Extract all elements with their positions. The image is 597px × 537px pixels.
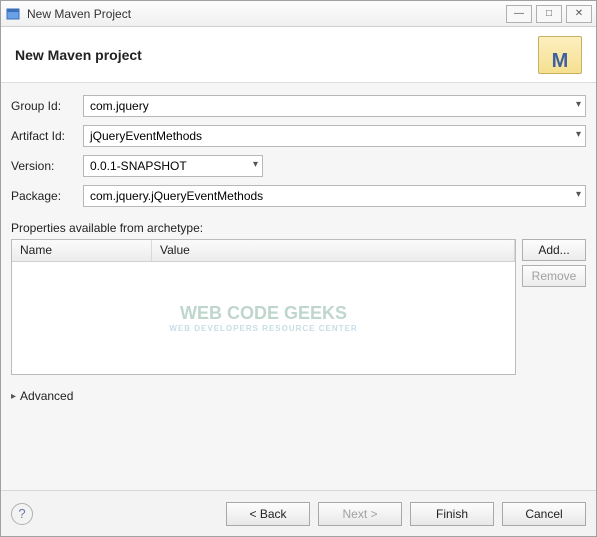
- wizard-banner: New Maven project M: [1, 27, 596, 83]
- group-id-label: Group Id:: [11, 99, 83, 113]
- title-bar: New Maven Project — □ ✕: [1, 1, 596, 27]
- advanced-label: Advanced: [20, 389, 73, 403]
- chevron-down-icon: ▾: [576, 99, 581, 110]
- chevron-down-icon: ▾: [253, 159, 258, 170]
- cancel-button[interactable]: Cancel: [502, 502, 586, 526]
- watermark: WEB CODE GEEKS WEB DEVELOPERS RESOURCE C…: [169, 303, 357, 333]
- help-button[interactable]: ?: [11, 503, 33, 525]
- column-header-name[interactable]: Name: [12, 240, 152, 261]
- version-input[interactable]: 0.0.1-SNAPSHOT ▾: [83, 155, 263, 177]
- column-header-value[interactable]: Value: [152, 240, 515, 261]
- chevron-down-icon: ▾: [576, 129, 581, 140]
- minimize-button[interactable]: —: [506, 5, 532, 23]
- chevron-right-icon: ▸: [11, 391, 16, 402]
- window-title: New Maven Project: [27, 7, 506, 21]
- properties-table[interactable]: Name Value WEB CODE GEEKS WEB DEVELOPERS…: [11, 239, 516, 375]
- artifact-id-input[interactable]: jQueryEventMethods ▾: [83, 125, 586, 147]
- package-label: Package:: [11, 189, 83, 203]
- back-button[interactable]: < Back: [226, 502, 310, 526]
- page-title: New Maven project: [15, 47, 538, 63]
- package-input[interactable]: com.jquery.jQueryEventMethods ▾: [83, 185, 586, 207]
- version-label: Version:: [11, 159, 83, 173]
- form-area: Group Id: com.jquery ▾ Artifact Id: jQue…: [1, 83, 596, 490]
- artifact-id-label: Artifact Id:: [11, 129, 83, 143]
- properties-table-body: WEB CODE GEEKS WEB DEVELOPERS RESOURCE C…: [12, 262, 515, 374]
- maven-logo-icon: M: [538, 36, 582, 74]
- close-button[interactable]: ✕: [566, 5, 592, 23]
- advanced-toggle[interactable]: ▸ Advanced: [11, 389, 586, 403]
- add-button[interactable]: Add...: [522, 239, 586, 261]
- properties-section-label: Properties available from archetype:: [11, 221, 586, 235]
- chevron-down-icon: ▾: [576, 189, 581, 200]
- window-icon: [5, 6, 21, 22]
- next-button: Next >: [318, 502, 402, 526]
- remove-button: Remove: [522, 265, 586, 287]
- button-bar: ? < Back Next > Finish Cancel: [1, 490, 596, 536]
- maximize-button[interactable]: □: [536, 5, 562, 23]
- group-id-input[interactable]: com.jquery ▾: [83, 95, 586, 117]
- finish-button[interactable]: Finish: [410, 502, 494, 526]
